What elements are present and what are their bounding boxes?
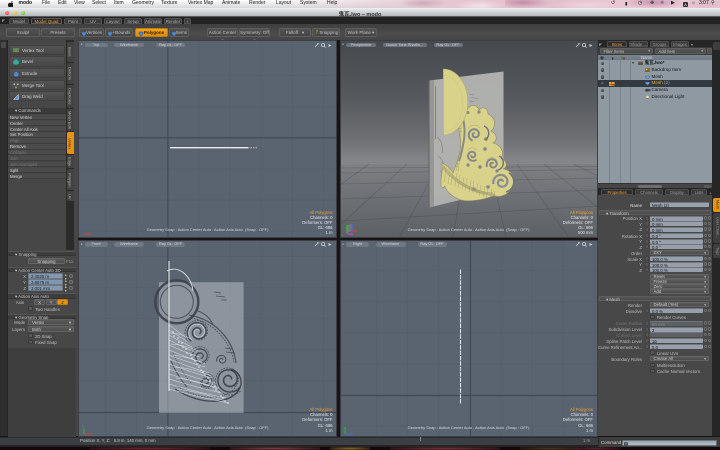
svg-text:Y: Y — [82, 424, 85, 428]
